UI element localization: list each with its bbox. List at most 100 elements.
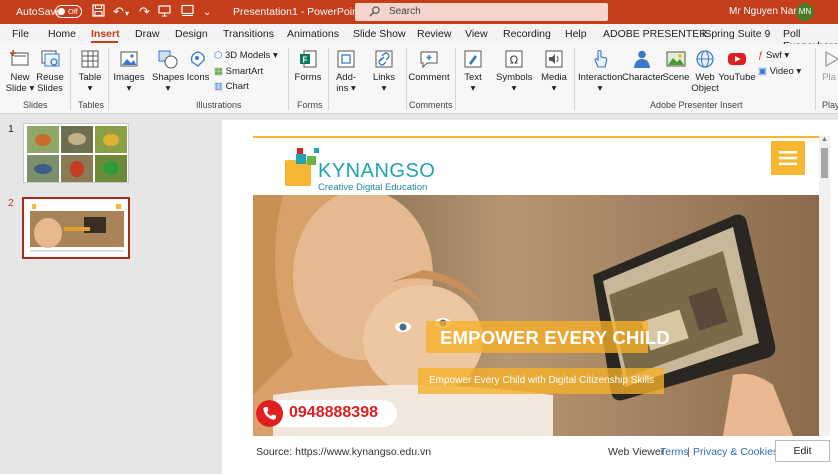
images-button[interactable]: Images ▾ <box>113 48 145 94</box>
redo-icon[interactable]: ↷ <box>139 4 150 19</box>
tab-home[interactable]: Home <box>48 28 76 40</box>
new-slide-button[interactable]: New Slide ▾ <box>5 48 35 94</box>
tab-view[interactable]: View <box>465 28 488 40</box>
tab-design[interactable]: Design <box>175 28 208 40</box>
scene-button[interactable]: Scene <box>662 48 690 83</box>
icons-button[interactable]: Icons <box>185 48 211 83</box>
save-icon[interactable] <box>92 4 105 20</box>
slides-group-label: Slides <box>23 100 48 110</box>
video-button[interactable]: ▣ Video ▾ <box>758 66 801 77</box>
tab-insert[interactable]: Insert <box>91 28 120 40</box>
speaker-icon <box>545 50 563 68</box>
undo-dropdown-icon[interactable]: ▾ <box>125 6 129 21</box>
swf-button[interactable]: ƒ Swf ▾ <box>758 50 789 61</box>
tab-recording[interactable]: Recording <box>503 28 551 40</box>
website-thumbnail-image <box>24 199 128 257</box>
tab-review[interactable]: Review <box>417 28 451 40</box>
images-icon <box>120 51 138 67</box>
tab-slide-show[interactable]: Slide Show <box>353 28 406 40</box>
add-ins-button[interactable]: Add- ins ▾ <box>333 48 359 94</box>
tab-help[interactable]: Help <box>565 28 587 40</box>
phone-call-button[interactable]: 0948888398 <box>256 400 397 427</box>
swf-icon: ƒ <box>758 50 764 61</box>
document-title: Presentation1 - PowerPoint <box>233 6 361 18</box>
undo-icon[interactable]: ↶ <box>113 4 124 19</box>
video-label: Video <box>769 66 794 77</box>
edit-button[interactable]: Edit <box>775 440 830 462</box>
active-tab-indicator <box>91 41 118 43</box>
user-name[interactable]: Mr Nguyen Nam <box>729 6 802 17</box>
tab-ispring[interactable]: iSpring Suite 9 <box>702 28 770 40</box>
tab-transitions[interactable]: Transitions <box>223 28 274 40</box>
play-icon <box>825 50 838 68</box>
youtube-icon <box>728 53 746 65</box>
reuse-slides-label-2: Slides <box>37 83 63 94</box>
kynangso-logo-name: KYNANGSO <box>318 160 436 182</box>
comment-button[interactable]: Comment <box>408 48 450 83</box>
tab-file[interactable]: File <box>12 28 29 40</box>
links-button[interactable]: Links ▾ <box>369 48 399 94</box>
youtube-button[interactable]: YouTube <box>718 48 756 83</box>
web-scrollbar[interactable]: ▲ <box>819 136 830 436</box>
play-button[interactable]: Pla <box>820 48 838 83</box>
media-label: Media <box>541 72 567 83</box>
start-from-beginning-icon[interactable] <box>158 4 171 20</box>
web-object-footer: Source: https://www.kynangso.edu.vn Web … <box>253 438 830 465</box>
hero-subheadline: Empower Every Child with Digital Citizen… <box>429 375 655 386</box>
forms-icon: F <box>300 50 317 68</box>
search-box[interactable]: Search <box>355 3 608 21</box>
smartart-label: SmartArt <box>225 66 264 77</box>
tab-adobe-presenter[interactable]: ADOBE PRESENTER <box>603 28 707 40</box>
web-object-frame[interactable]: KYNANGSO Creative Digital Education EMPO… <box>253 136 830 436</box>
reuse-slides-label-1: Reuse <box>36 72 64 83</box>
customize-toolbar-icon[interactable]: ⌄ <box>203 5 211 20</box>
reuse-slides-button[interactable]: Reuse Slides <box>36 48 64 94</box>
chart-button[interactable]: ▥ Chart <box>214 81 249 92</box>
new-slide-icon <box>10 50 29 66</box>
slide-thumbnail-2[interactable] <box>22 197 130 259</box>
text-button[interactable]: Text ▾ <box>460 48 486 94</box>
chevron-down-icon: ▾ <box>273 50 278 61</box>
hero-headline-banner: EMPOWER EVERY CHILD <box>426 321 670 353</box>
forms-button[interactable]: F Forms <box>293 48 323 83</box>
privacy-cookies-link[interactable]: Privacy & Cookies <box>693 446 778 458</box>
scroll-up-icon[interactable]: ▲ <box>821 136 828 143</box>
hero-subheadline-banner: Empower Every Child with Digital Citizen… <box>418 368 664 394</box>
kynangso-logo-tagline: Creative Digital Education <box>318 182 428 193</box>
present-icon[interactable] <box>181 4 194 20</box>
omega-icon: Ω <box>505 50 523 68</box>
hamburger-menu-icon <box>779 151 797 166</box>
ribbon-separator <box>815 48 816 110</box>
web-object-button[interactable]: Web Object <box>690 48 720 94</box>
character-button[interactable]: Character <box>622 48 664 83</box>
media-button[interactable]: Media ▾ <box>539 48 569 94</box>
tab-animations[interactable]: Animations <box>287 28 339 40</box>
comment-icon <box>420 51 438 69</box>
tab-draw[interactable]: Draw <box>135 28 160 40</box>
symbols-button[interactable]: Ω Symbols ▾ <box>496 48 532 94</box>
table-button[interactable]: Table ▾ <box>77 48 103 94</box>
slide-thumbnail-1[interactable] <box>23 123 129 183</box>
autosave-toggle[interactable]: Off <box>55 5 82 18</box>
3d-models-button[interactable]: ⬡ 3D Models ▾ <box>214 50 278 61</box>
scrollbar-thumb[interactable] <box>821 148 828 178</box>
table-icon <box>81 50 99 68</box>
hamburger-menu-button[interactable] <box>771 141 805 175</box>
smartart-button[interactable]: ▦ SmartArt <box>214 66 263 77</box>
web-object-label-2: Object <box>691 83 719 94</box>
add-ins-label-1: Add- <box>335 72 357 83</box>
web-object-label-1: Web <box>695 72 715 83</box>
ribbon-separator <box>288 48 289 110</box>
chevron-down-icon: ▾ <box>796 66 802 77</box>
play-label: Pla <box>822 72 836 83</box>
shapes-button[interactable]: Shapes ▾ <box>152 48 184 94</box>
adobe-presenter-group-label: Adobe Presenter Insert <box>650 100 743 110</box>
forms-label: Forms <box>294 72 322 83</box>
phone-number: 0948888398 <box>289 404 378 421</box>
cube-icon: ⬡ <box>214 50 223 61</box>
interaction-button[interactable]: Interaction ▾ <box>578 48 622 94</box>
chart-icon: ▥ <box>214 81 223 92</box>
avatar[interactable]: MN <box>796 3 814 21</box>
terms-link[interactable]: Terms <box>660 446 689 458</box>
images-label: Images <box>113 72 145 83</box>
